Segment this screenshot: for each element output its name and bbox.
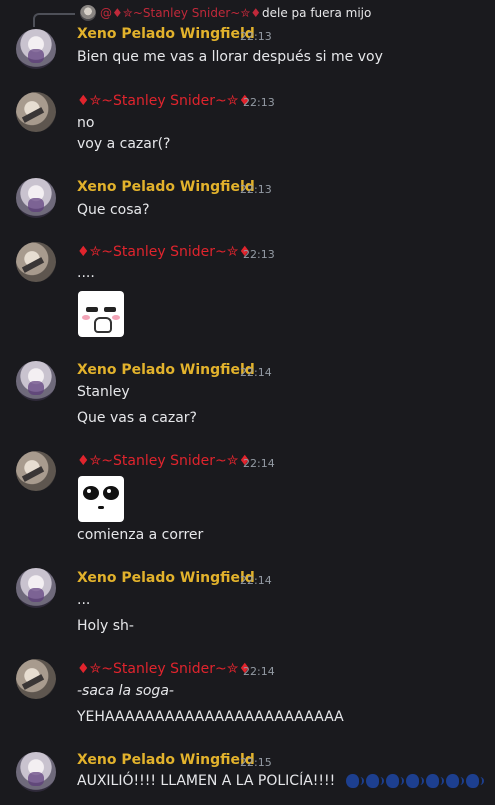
- message-text: Stanley: [77, 384, 130, 400]
- author-name[interactable]: ♦✮~Stanley Snider~✮♦: [77, 93, 251, 109]
- avatar[interactable]: [16, 29, 56, 69]
- author-name[interactable]: Xeno Pelado Wingfield: [77, 362, 255, 378]
- sticker-blush: [82, 315, 90, 320]
- message-text: YEHAAAAAAAAAAAAAAAAAAAAAAAA: [77, 709, 344, 725]
- avatar[interactable]: [16, 659, 56, 699]
- avatar[interactable]: [16, 568, 56, 608]
- sticker-mouth: [98, 506, 104, 509]
- avatar[interactable]: [16, 178, 56, 218]
- author-name[interactable]: ♦✮~Stanley Snider~✮♦: [77, 453, 251, 469]
- speaking-head-icon[interactable]: [404, 773, 424, 789]
- timestamp: 22:13: [243, 96, 275, 109]
- avatar[interactable]: [16, 92, 56, 132]
- message-text: AUXILIÓ!!!! LLAMEN A LA POLICÍA!!!!: [77, 773, 336, 789]
- speaking-head-icon[interactable]: [384, 773, 404, 789]
- avatar[interactable]: [16, 451, 56, 491]
- author-name[interactable]: ♦✮~Stanley Snider~✮♦: [77, 244, 251, 260]
- message-text: Que vas a cazar?: [77, 410, 197, 426]
- timestamp: 22:13: [240, 30, 272, 43]
- timestamp: 22:13: [240, 183, 272, 196]
- message-text: Que cosa?: [77, 202, 150, 218]
- message-text: Holy sh-: [77, 618, 134, 634]
- author-name[interactable]: ♦✮~Stanley Snider~✮♦: [77, 661, 251, 677]
- speaking-head-icon[interactable]: [424, 773, 444, 789]
- reply-avatar: [80, 5, 96, 21]
- message-text: ...: [77, 592, 91, 608]
- avatar[interactable]: [16, 242, 56, 282]
- sticker-eye: [86, 307, 98, 312]
- reply-author[interactable]: @♦✮~Stanley Snider~✮♦: [100, 6, 261, 20]
- avatar[interactable]: [16, 752, 56, 792]
- message-row: AUXILIÓ!!!! LLAMEN A LA POLICÍA!!!!: [77, 773, 484, 789]
- speaking-head-icon[interactable]: [344, 773, 364, 789]
- emoji-row: [344, 773, 484, 789]
- message-text: -saca la soga-: [77, 683, 174, 699]
- author-name[interactable]: Xeno Pelado Wingfield: [77, 752, 255, 768]
- timestamp: 22:14: [243, 665, 275, 678]
- timestamp: 22:14: [243, 457, 275, 470]
- avatar[interactable]: [16, 361, 56, 401]
- author-name[interactable]: Xeno Pelado Wingfield: [77, 179, 255, 195]
- speaking-head-icon[interactable]: [364, 773, 384, 789]
- message-text: comienza a correr: [77, 527, 204, 543]
- sticker-eye: [83, 486, 99, 500]
- timestamp: 22:14: [240, 366, 272, 379]
- message-text: Bien que me vas a llorar después si me v…: [77, 49, 383, 65]
- reply-text[interactable]: dele pa fuera mijo: [262, 6, 371, 20]
- timestamp: 22:14: [240, 574, 272, 587]
- author-name[interactable]: Xeno Pelado Wingfield: [77, 570, 255, 586]
- author-name[interactable]: Xeno Pelado Wingfield: [77, 26, 255, 42]
- message-text: ....: [77, 265, 95, 281]
- reply-connector: [33, 13, 75, 27]
- sticker-eye-shine: [107, 489, 111, 493]
- sticker-eye-shine: [87, 489, 91, 493]
- timestamp: 22:13: [243, 248, 275, 261]
- message-text: voy a cazar(?: [77, 136, 171, 152]
- sticker-image[interactable]: [78, 291, 124, 337]
- speaking-head-icon[interactable]: [464, 773, 484, 789]
- message-text: no: [77, 115, 95, 131]
- timestamp: 22:15: [240, 756, 272, 769]
- sticker-eye: [103, 486, 119, 500]
- sticker-hand: [94, 317, 112, 333]
- sticker-image[interactable]: [78, 476, 124, 522]
- speaking-head-icon[interactable]: [444, 773, 464, 789]
- sticker-blush: [112, 315, 120, 320]
- sticker-eye: [104, 307, 116, 312]
